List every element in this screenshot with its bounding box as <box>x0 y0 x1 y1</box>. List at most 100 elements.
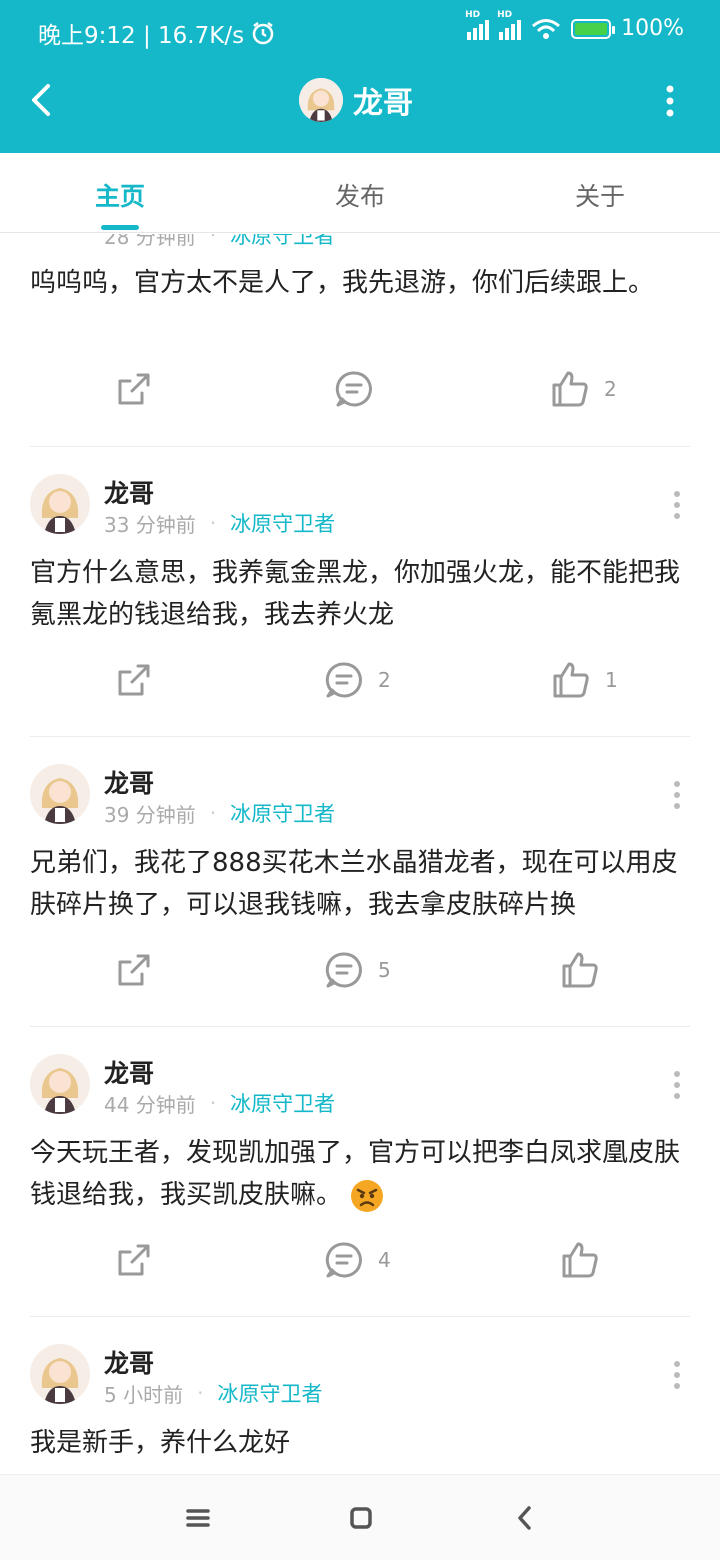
hd-label: HD <box>465 9 481 20</box>
comment-count: 4 <box>378 1248 391 1272</box>
post-username[interactable]: 龙哥 <box>104 474 154 510</box>
wifi-icon <box>532 18 561 39</box>
post-group-link[interactable]: 冰原守卫者 <box>230 234 335 250</box>
post-content[interactable]: 我是新手，养什么龙好 <box>30 1422 695 1464</box>
thumbs-up-icon <box>562 1242 598 1278</box>
page-title: 龙哥 <box>353 86 413 121</box>
thumbs-up-icon <box>562 952 598 988</box>
like-count: 1 <box>605 668 618 692</box>
avatar <box>30 1344 90 1404</box>
thumbs-up-icon <box>553 662 589 698</box>
back-arrow-icon[interactable] <box>22 80 62 120</box>
post-username[interactable]: 龙哥 <box>104 764 154 800</box>
app-header-background: 晚上9:12 | 16.7K/s HD HD 100% 龙哥 <box>0 0 720 153</box>
avatar <box>30 764 90 824</box>
tab-about[interactable]: 关于 <box>540 177 660 213</box>
separator-dot: · <box>209 234 217 247</box>
separator-dot: · <box>209 511 217 535</box>
post-username[interactable]: 龙哥 <box>104 1054 154 1090</box>
share-icon <box>118 954 150 986</box>
post-more-icon[interactable] <box>672 780 682 810</box>
post-actions: 5 <box>0 950 720 1000</box>
like-button[interactable] <box>560 1240 614 1280</box>
alarm-icon <box>252 22 274 45</box>
post-more-icon[interactable] <box>672 490 682 520</box>
post-actions: 4 <box>0 1240 720 1290</box>
post-feed[interactable]: 28 分钟前 · 冰原守卫者 呜呜呜，官方太不是人了，我先退游，你们后续跟上。 … <box>0 234 720 1474</box>
comment-button[interactable] <box>334 369 388 409</box>
tab-bar: 主页 发布 关于 <box>0 153 720 233</box>
post-card: 龙哥 39 分钟前 · 冰原守卫者 兄弟们，我花了888买花木兰水晶猎龙者，现在… <box>0 736 720 1026</box>
divider <box>30 446 690 447</box>
share-button[interactable] <box>114 660 154 700</box>
active-tab-indicator <box>101 225 139 230</box>
post-more-icon[interactable] <box>672 1360 682 1390</box>
back-chevron-icon[interactable] <box>510 1503 540 1533</box>
avatar <box>30 1054 90 1114</box>
post-card: 龙哥 44 分钟前 · 冰原守卫者 今天玩王者，发现凯加强了，官方可以把李白凤求… <box>0 1026 720 1316</box>
avatar <box>30 474 90 534</box>
angry-face-emoji-icon <box>351 1179 384 1212</box>
thumbs-up-icon <box>552 371 588 407</box>
signal-icon-1: HD <box>465 10 490 40</box>
battery-percent: 100% <box>621 16 684 41</box>
status-time-text: 晚上9:12 | 16.7K/s <box>38 23 245 49</box>
comment-icon <box>325 1242 362 1278</box>
comment-icon <box>335 371 372 407</box>
post-time: 5 小时前 <box>104 1382 184 1407</box>
post-card: 龙哥 5 小时前 · 冰原守卫者 我是新手，养什么龙好 <box>0 1316 720 1474</box>
like-button[interactable]: 2 <box>550 369 617 409</box>
avatar <box>299 78 343 122</box>
post-content[interactable]: 兄弟们，我花了888买花木兰水晶猎龙者，现在可以用皮肤碎片换了，可以退我钱嘛，我… <box>30 842 695 926</box>
tab-home[interactable]: 主页 <box>60 177 180 213</box>
post-time: 44 分钟前 <box>104 1092 196 1117</box>
home-square-icon[interactable] <box>346 1503 376 1533</box>
post-meta: 5 小时前 · 冰原守卫者 <box>104 1378 322 1408</box>
post-username[interactable]: 龙哥 <box>104 1344 154 1380</box>
post-card: 28 分钟前 · 冰原守卫者 呜呜呜，官方太不是人了，我先退游，你们后续跟上。 … <box>0 234 720 446</box>
share-icon <box>118 664 150 696</box>
comment-count: 2 <box>378 668 391 692</box>
status-icons: HD HD 100% <box>465 10 684 42</box>
comment-button[interactable]: 4 <box>324 1240 391 1280</box>
post-meta: 28 分钟前 · 冰原守卫者 <box>104 234 335 250</box>
post-content[interactable]: 呜呜呜，官方太不是人了，我先退游，你们后续跟上。 <box>30 262 695 304</box>
post-content[interactable]: 今天玩王者，发现凯加强了，官方可以把李白凤求凰皮肤钱退给我，我买凯皮肤嘛。 <box>30 1132 695 1216</box>
profile-title: 龙哥 <box>299 78 413 122</box>
post-group-link[interactable]: 冰原守卫者 <box>230 1088 335 1118</box>
share-icon <box>118 1244 150 1276</box>
tab-publish[interactable]: 发布 <box>300 177 420 213</box>
post-content[interactable]: 官方什么意思，我养氪金黑龙，你加强火龙，能不能把我氪黑龙的钱退给我，我去养火龙 <box>30 552 695 636</box>
system-nav-bar <box>0 1474 720 1560</box>
more-vertical-icon[interactable] <box>660 84 680 118</box>
separator-dot: · <box>197 1381 204 1405</box>
separator-dot: · <box>209 801 217 825</box>
comment-count: 5 <box>378 958 391 982</box>
post-meta: 33 分钟前 · 冰原守卫者 <box>104 508 335 538</box>
post-group-link[interactable]: 冰原守卫者 <box>230 508 335 538</box>
separator-dot: · <box>209 1091 217 1115</box>
divider <box>30 1316 690 1317</box>
title-bar: 龙哥 <box>0 64 720 153</box>
post-more-icon[interactable] <box>672 1070 682 1100</box>
post-meta: 39 分钟前 · 冰原守卫者 <box>104 798 335 828</box>
like-button[interactable] <box>560 950 614 990</box>
menu-icon[interactable] <box>183 1503 213 1533</box>
share-button[interactable] <box>114 1240 154 1280</box>
hd-label-2: HD <box>497 9 513 20</box>
post-time: 33 分钟前 <box>104 512 196 537</box>
battery-icon <box>571 18 616 39</box>
comment-icon <box>325 662 362 698</box>
like-button[interactable]: 1 <box>551 660 618 700</box>
share-button[interactable] <box>114 369 154 409</box>
comment-button[interactable]: 2 <box>324 660 391 700</box>
share-button[interactable] <box>114 950 154 990</box>
post-group-link[interactable]: 冰原守卫者 <box>217 1378 322 1408</box>
post-card: 龙哥 33 分钟前 · 冰原守卫者 官方什么意思，我养氪金黑龙，你加强火龙，能不… <box>0 446 720 736</box>
post-group-link[interactable]: 冰原守卫者 <box>230 798 335 828</box>
post-time: 39 分钟前 <box>104 802 196 827</box>
share-icon <box>118 373 150 405</box>
comment-button[interactable]: 5 <box>324 950 391 990</box>
post-meta: 44 分钟前 · 冰原守卫者 <box>104 1088 335 1118</box>
comment-icon <box>325 952 362 988</box>
